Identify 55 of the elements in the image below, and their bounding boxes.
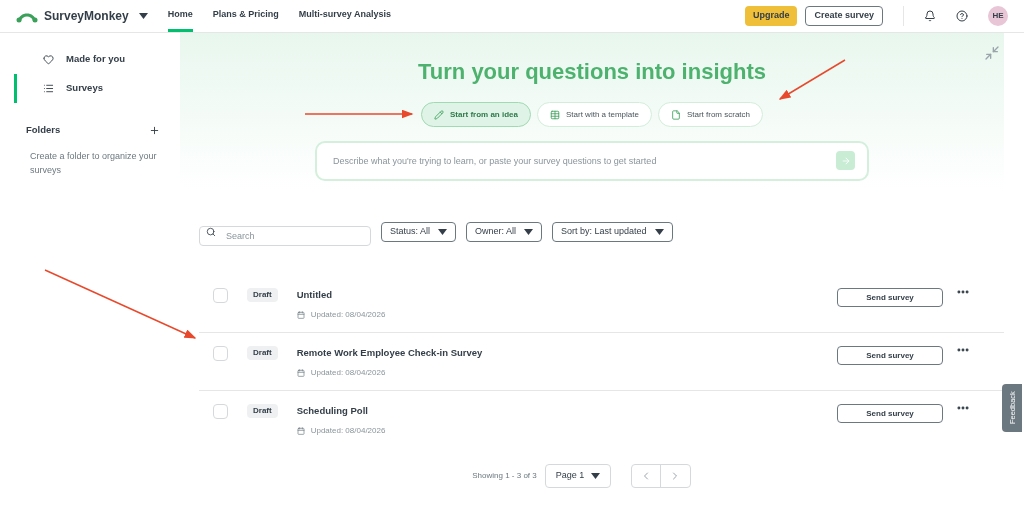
caret-icon: [654, 229, 664, 235]
filter-dropdown[interactable]: Status: All: [381, 222, 457, 242]
row-checkbox[interactable]: [213, 288, 228, 303]
arrow-right-icon: [840, 155, 851, 166]
updated-date: Updated: 08/04/2026: [310, 309, 386, 321]
page-icon: [670, 109, 681, 120]
brand-name[interactable]: SurveyMonkey: [44, 7, 129, 25]
row-checkbox[interactable]: [213, 346, 228, 361]
pencil-icon: [433, 109, 444, 120]
prompt-field[interactable]: Describe what you're trying to learn, or paste your survey questions to get started: [315, 141, 869, 181]
bell-icon[interactable]: [924, 10, 936, 22]
calendar-icon: [296, 369, 305, 377]
start-option[interactable]: Start from an idea: [420, 102, 531, 127]
start-option[interactable]: Start from scratch: [657, 102, 764, 127]
survey-title[interactable]: Untitled: [296, 288, 386, 302]
calendar-icon: [296, 311, 305, 319]
caret-icon: [590, 473, 600, 479]
send-survey-button[interactable]: Send survey: [837, 404, 943, 423]
folders-hint: Create a folder to organize your surveys: [29, 150, 158, 178]
row-checkbox[interactable]: [213, 404, 228, 419]
filter-dropdown[interactable]: Owner: All: [466, 222, 543, 242]
create-survey-button[interactable]: Create survey: [805, 6, 883, 26]
help-icon[interactable]: [956, 10, 968, 22]
search-field[interactable]: Search: [199, 226, 371, 246]
list-icon: [43, 83, 54, 94]
showing-count: Showing 1 - 3 of 3: [472, 470, 537, 482]
nav-tab[interactable]: Multi-survey Analysis: [298, 0, 391, 32]
upgrade-button[interactable]: Upgrade: [744, 6, 798, 26]
plus-icon[interactable]: [149, 124, 160, 136]
folders-heading: Folders: [26, 123, 61, 137]
caret-icon: [138, 13, 148, 19]
sidebar-item[interactable]: Made for you: [14, 45, 180, 74]
nav-tab[interactable]: Plans & Pricing: [212, 0, 279, 32]
caret-icon: [438, 229, 448, 235]
hero-title: Turn your questions into insights: [418, 58, 766, 86]
search-icon: [206, 227, 216, 237]
grid-icon: [550, 109, 560, 120]
collapse-icon[interactable]: [984, 45, 1000, 61]
status-tag: Draft: [247, 288, 278, 302]
filter-dropdown[interactable]: Sort by: Last updated: [552, 222, 673, 242]
status-tag: Draft: [247, 404, 278, 418]
send-survey-button[interactable]: Send survey: [837, 346, 943, 365]
updated-date: Updated: 08/04/2026: [310, 425, 386, 437]
avatar[interactable]: HE: [988, 6, 1008, 26]
send-survey-button[interactable]: Send survey: [837, 288, 943, 307]
status-tag: Draft: [247, 346, 278, 360]
annotation-arrow: [778, 59, 846, 100]
updated-date: Updated: 08/04/2026: [310, 367, 386, 379]
caret-icon: [524, 229, 534, 235]
start-option[interactable]: Start with a template: [537, 102, 652, 127]
page-dropdown[interactable]: Page 1: [544, 464, 611, 488]
calendar-icon: [296, 427, 305, 435]
survey-title[interactable]: Remote Work Employee Check-in Survey: [296, 346, 483, 360]
survey-title[interactable]: Scheduling Poll: [296, 404, 386, 418]
heart-icon: [43, 54, 54, 65]
